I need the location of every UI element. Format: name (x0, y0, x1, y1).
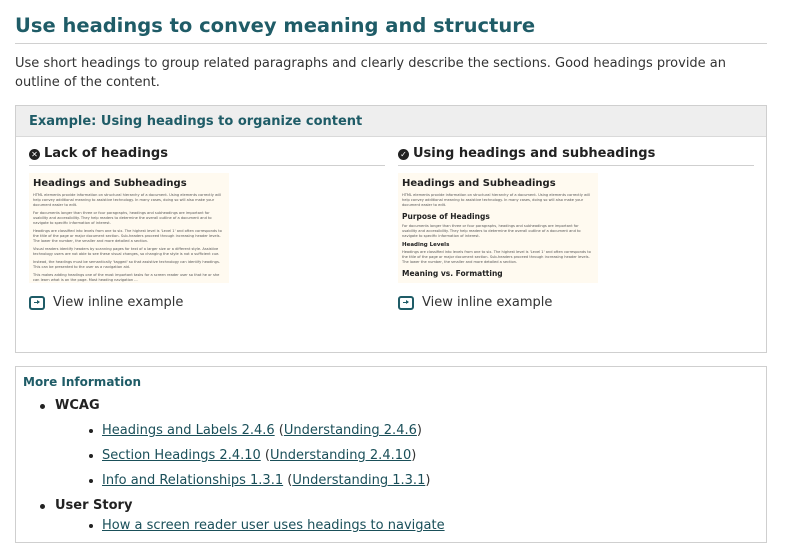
good-example-thumbnail[interactable]: Headings and Subheadings HTML elements p… (398, 173, 598, 283)
open-inline-icon (398, 295, 414, 310)
x-circle-icon: ✕ (29, 148, 40, 160)
list-item: Info and Relationships 1.3.1 (Understand… (88, 472, 445, 490)
intro-text: Use short headings to group related para… (15, 56, 727, 90)
user-story-label: User Story (55, 498, 133, 513)
bad-example-heading: ✕ Lack of headings (29, 144, 385, 166)
example-header: Example: Using headings to organize cont… (16, 106, 766, 137)
thumb-paragraph: This makes adding headings one of the mo… (33, 273, 220, 282)
view-inline-example-link-good[interactable]: View inline example (398, 295, 754, 310)
more-information-list: WCAG Headings and Labels 2.4.6 (Understa… (38, 397, 445, 535)
view-inline-example-link-bad[interactable]: View inline example (29, 295, 385, 310)
thumb-paragraph: Visual readers identify headers by scann… (33, 247, 220, 256)
list-item: Headings and Labels 2.4.6 (Understanding… (88, 422, 445, 440)
thumb-paragraph: Instead, the headings must be semantical… (33, 260, 220, 269)
thumb-paragraph: For documents longer than three or four … (33, 211, 212, 225)
bad-example-heading-label: Lack of headings (44, 146, 168, 161)
wcag-link[interactable]: Headings and Labels 2.4.6 (102, 423, 275, 438)
user-story-category: User Story How a screen reader user uses… (38, 497, 445, 535)
page: Use headings to convey meaning and struc… (0, 0, 786, 557)
view-inline-example-label: View inline example (53, 295, 184, 310)
more-information-panel: More Information WCAG Headings and Label… (15, 366, 767, 543)
example-panel: Example: Using headings to organize cont… (15, 105, 767, 353)
wcag-link[interactable]: Section Headings 2.4.10 (102, 448, 261, 463)
thumb-subheading: Purpose of Headings (402, 212, 490, 221)
bad-example-column: ✕ Lack of headings Headings and Subheadi… (29, 144, 385, 310)
thumb-paragraph: HTML elements provide information on str… (33, 193, 221, 207)
wcag-links: Headings and Labels 2.4.6 (Understanding… (55, 422, 445, 490)
understanding-link[interactable]: Understanding 1.3.1 (292, 473, 425, 488)
thumb-subsubheading: Heading Levels (402, 242, 450, 248)
wcag-link[interactable]: Info and Relationships 1.3.1 (102, 473, 283, 488)
user-story-link[interactable]: How a screen reader user uses headings t… (102, 518, 445, 533)
thumb-paragraph: Headings are classified into levels from… (33, 229, 222, 243)
page-title: Use headings to convey meaning and struc… (15, 14, 767, 44)
understanding-link[interactable]: Understanding 2.4.6 (284, 423, 417, 438)
user-story-links: How a screen reader user uses headings t… (55, 517, 445, 535)
good-example-heading: ✓ Using headings and subheadings (398, 144, 754, 166)
good-example-heading-label: Using headings and subheadings (413, 146, 656, 161)
check-circle-icon: ✓ (398, 148, 409, 160)
thumb-paragraph: Headings are classified into levels from… (402, 250, 591, 264)
understanding-link[interactable]: Understanding 2.4.10 (270, 448, 411, 463)
view-inline-example-label: View inline example (422, 295, 553, 310)
wcag-label: WCAG (55, 398, 100, 413)
list-item: Section Headings 2.4.10 (Understanding 2… (88, 447, 445, 465)
bad-example-thumbnail[interactable]: Headings and Subheadings HTML elements p… (29, 173, 229, 283)
thumb-subheading: Meaning vs. Formatting (402, 269, 503, 278)
open-inline-icon (29, 295, 45, 310)
wcag-category: WCAG Headings and Labels 2.4.6 (Understa… (38, 397, 445, 490)
thumb-title: Headings and Subheadings (402, 178, 556, 189)
list-item: How a screen reader user uses headings t… (88, 517, 445, 535)
thumb-paragraph: For documents longer than three or four … (402, 224, 581, 238)
thumb-title: Headings and Subheadings (33, 178, 187, 189)
thumb-paragraph: HTML elements provide information on str… (402, 193, 590, 207)
good-example-column: ✓ Using headings and subheadings Heading… (398, 144, 754, 310)
more-information-title: More Information (23, 375, 142, 389)
